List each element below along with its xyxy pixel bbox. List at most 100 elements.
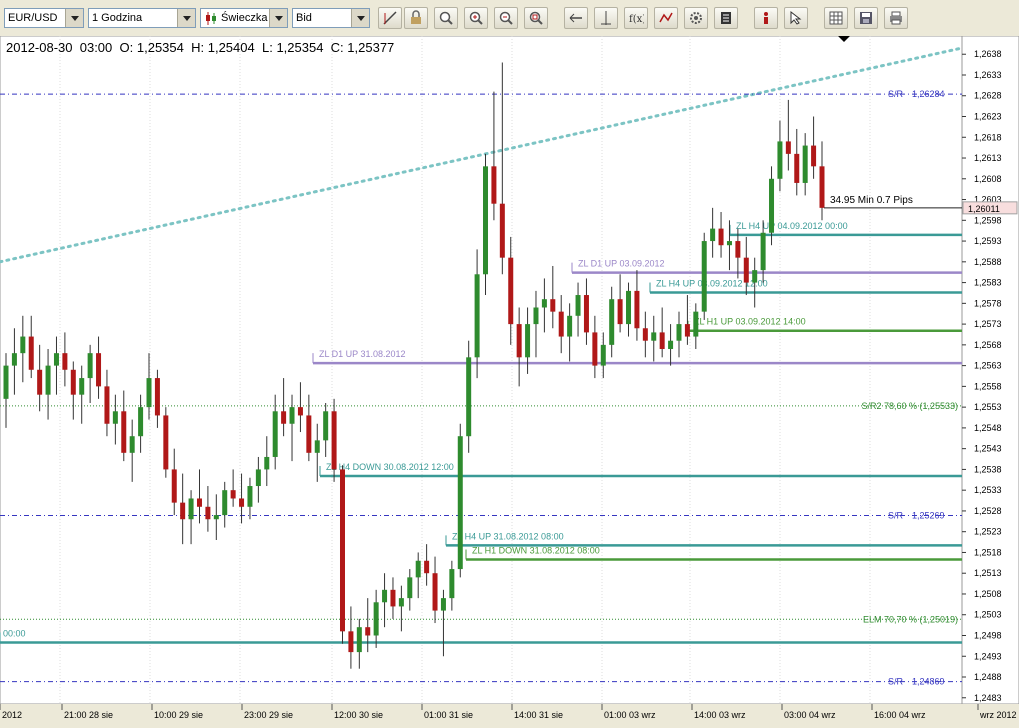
candle-body[interactable] [163, 415, 169, 470]
print-button[interactable] [884, 7, 908, 29]
candle-body[interactable] [20, 336, 26, 354]
candle-body[interactable] [121, 411, 127, 453]
symbol-select[interactable]: EUR/USD [4, 8, 84, 28]
chart-area[interactable]: 1,2638 1,2633 1,2628 1,2623 1,2618 1,2613 1,26… [0, 36, 1019, 728]
chevron-down-icon[interactable] [65, 9, 83, 27]
candle-body[interactable] [592, 332, 598, 366]
timeframe-select[interactable]: 1 Godzina [88, 8, 196, 28]
candle-body[interactable] [87, 353, 93, 379]
candle-body[interactable] [668, 340, 674, 350]
chart-type-select[interactable]: Świeczka [200, 8, 288, 28]
zoom-fit-button[interactable] [434, 7, 458, 29]
drawing-button[interactable] [654, 7, 678, 29]
candle-body[interactable] [264, 456, 270, 470]
candle-body[interactable] [499, 203, 505, 258]
candle-body[interactable] [28, 336, 34, 370]
candle-body[interactable] [79, 378, 85, 395]
candle-body[interactable] [306, 415, 312, 453]
candle-body[interactable] [457, 436, 463, 570]
candle-body[interactable] [525, 324, 531, 358]
candle-body[interactable] [230, 490, 236, 499]
candle-body[interactable] [609, 299, 615, 345]
candle-body[interactable] [272, 411, 278, 457]
news-button[interactable] [714, 7, 738, 29]
candle-body[interactable] [676, 324, 682, 341]
crosshair-button[interactable] [594, 7, 618, 29]
candle-body[interactable] [684, 324, 690, 337]
candle-body[interactable] [331, 411, 337, 470]
candle-body[interactable] [45, 365, 51, 395]
candle-body[interactable] [752, 270, 758, 283]
candle-body[interactable] [205, 506, 211, 520]
candle-body[interactable] [348, 631, 354, 653]
candle-body[interactable] [213, 515, 219, 520]
candle-body[interactable] [356, 627, 362, 653]
candle-body[interactable] [146, 378, 152, 408]
candle-body[interactable] [785, 141, 791, 154]
candle-body[interactable] [180, 502, 186, 520]
candle-body[interactable] [811, 145, 817, 167]
candle-body[interactable] [743, 257, 749, 283]
candle-body[interactable] [760, 232, 766, 271]
chevron-down-icon[interactable] [269, 9, 287, 27]
chevron-down-icon[interactable] [177, 9, 195, 27]
candle-body[interactable] [373, 602, 379, 636]
candle-body[interactable] [558, 311, 564, 337]
candle-body[interactable] [96, 353, 102, 387]
candle-body[interactable] [819, 166, 825, 208]
candle-body[interactable] [239, 498, 245, 507]
cursor-button[interactable] [784, 7, 808, 29]
save-button[interactable] [854, 7, 878, 29]
candle-body[interactable] [432, 573, 438, 611]
candle-body[interactable] [567, 315, 573, 337]
candle-body[interactable] [600, 344, 606, 366]
candle-body[interactable] [802, 145, 808, 183]
candle-body[interactable] [323, 411, 329, 441]
chevron-down-icon[interactable] [351, 9, 369, 27]
candle-body[interactable] [483, 166, 489, 275]
candle-body[interactable] [104, 386, 110, 424]
grid-button[interactable] [824, 7, 848, 29]
candle-body[interactable] [626, 290, 632, 325]
candle-body[interactable] [407, 577, 413, 599]
candle-body[interactable] [398, 598, 404, 607]
zoom-reset-button[interactable] [524, 7, 548, 29]
candle-body[interactable] [154, 378, 160, 416]
candle-body[interactable] [777, 141, 783, 179]
candle-body[interactable] [583, 295, 589, 333]
candle-body[interactable] [701, 241, 707, 312]
candle-body[interactable] [424, 560, 430, 574]
candle-body[interactable] [769, 178, 775, 233]
candle-body[interactable] [247, 486, 253, 507]
candle-body[interactable] [188, 498, 194, 520]
candle-body[interactable] [474, 274, 480, 358]
plot-background[interactable] [0, 36, 963, 705]
candle-body[interactable] [617, 299, 623, 325]
candle-body[interactable] [449, 569, 455, 599]
candle-body[interactable] [794, 153, 800, 183]
price-side-select[interactable]: Bid [292, 8, 370, 28]
candle-body[interactable] [659, 332, 665, 350]
time-axis[interactable] [0, 704, 1019, 728]
candle-body[interactable] [62, 353, 68, 370]
candle-body[interactable] [53, 353, 59, 366]
candle-body[interactable] [70, 369, 76, 395]
candle-body[interactable] [575, 295, 581, 316]
candle-body[interactable] [466, 357, 472, 437]
candle-body[interactable] [314, 440, 320, 453]
candle-body[interactable] [281, 411, 287, 424]
candle-body[interactable] [516, 324, 522, 358]
candle-body[interactable] [255, 469, 261, 487]
candle-body[interactable] [634, 290, 640, 329]
candle-body[interactable] [196, 498, 202, 507]
candle-body[interactable] [289, 407, 295, 424]
candle-body[interactable] [112, 411, 118, 424]
candle-body[interactable] [726, 241, 732, 246]
candle-body[interactable] [37, 369, 43, 395]
candle-body[interactable] [138, 407, 144, 437]
candle-body[interactable] [390, 589, 396, 607]
candle-body[interactable] [541, 299, 547, 308]
candle-body[interactable] [693, 311, 699, 337]
candle-body[interactable] [171, 469, 177, 503]
candle-body[interactable] [718, 228, 724, 246]
